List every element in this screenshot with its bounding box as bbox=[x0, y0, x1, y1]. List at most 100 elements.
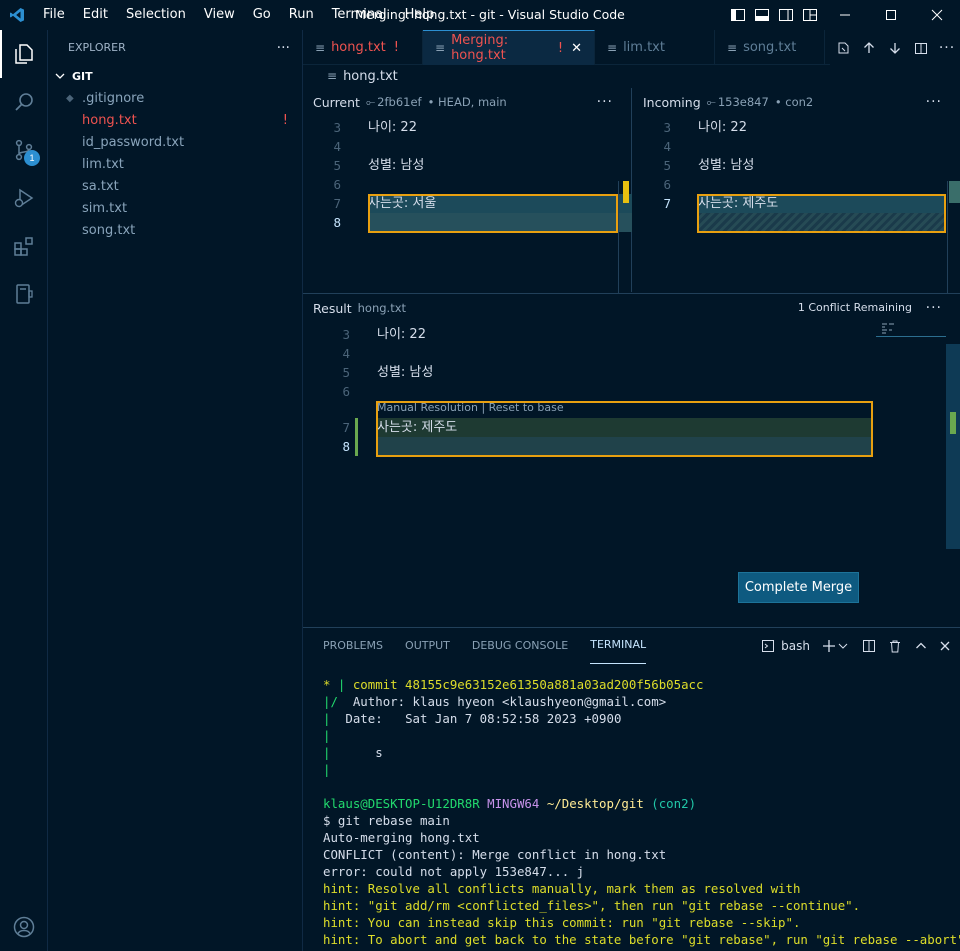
result-header: Result hong.txt 1 Conflict Remaining ··· bbox=[303, 294, 960, 322]
current-more-icon[interactable]: ··· bbox=[597, 94, 613, 110]
toggle-primary-sidebar-icon[interactable] bbox=[726, 0, 750, 30]
source-control-icon[interactable]: 1 bbox=[0, 126, 48, 174]
tab-output[interactable]: OUTPUT bbox=[405, 628, 450, 664]
incoming-conflict-box[interactable] bbox=[697, 194, 946, 233]
result-conflict-box[interactable] bbox=[376, 401, 873, 457]
tab-merging-hong[interactable]: ≡ Merging: hong.txt ! ✕ bbox=[423, 30, 595, 65]
terminal-line: hint: To abort and get back to the state… bbox=[323, 932, 960, 947]
customize-layout-icon[interactable] bbox=[798, 0, 822, 30]
result-line: 6 bbox=[342, 384, 350, 399]
account-icon[interactable] bbox=[0, 903, 48, 951]
terminal-line: hint: You can instead skip this commit: … bbox=[323, 915, 801, 930]
result-line: 5 성별: 남성 bbox=[342, 365, 434, 380]
tab-debug-console[interactable]: DEBUG CONSOLE bbox=[472, 628, 568, 664]
terminal-prompt: klaus@DESKTOP-U12DR8R MINGW64 ~/Desktop/… bbox=[323, 796, 697, 811]
minimap-preview bbox=[881, 322, 897, 336]
arrow-down-icon[interactable] bbox=[882, 30, 908, 65]
minimap-slider-line bbox=[876, 336, 946, 337]
current-refs: • HEAD, main bbox=[427, 95, 507, 109]
more-actions-icon[interactable]: ··· bbox=[934, 30, 960, 65]
bottom-panel: PROBLEMS OUTPUT DEBUG CONSOLE TERMINAL b… bbox=[303, 627, 960, 951]
terminal-line: | bbox=[323, 728, 331, 743]
current-line: 4 bbox=[333, 139, 341, 154]
menu-go[interactable]: Go bbox=[244, 0, 280, 30]
file-song[interactable]: song.txt bbox=[48, 219, 302, 241]
incoming-more-icon[interactable]: ··· bbox=[926, 94, 942, 110]
file-gitignore[interactable]: ◆ .gitignore bbox=[48, 87, 302, 109]
activity-bar: 1 bbox=[0, 30, 48, 951]
extensions-icon[interactable] bbox=[0, 222, 48, 270]
conflict-flag: ! bbox=[282, 112, 288, 128]
complete-merge-button[interactable]: Complete Merge bbox=[738, 572, 859, 603]
folder-git[interactable]: GIT bbox=[48, 65, 302, 87]
run-debug-icon[interactable] bbox=[0, 174, 48, 222]
split-terminal-icon[interactable] bbox=[862, 639, 876, 653]
result-label: Result bbox=[313, 300, 352, 316]
new-terminal-icon[interactable] bbox=[822, 639, 848, 653]
vscode-logo-icon bbox=[0, 0, 34, 30]
minimize-icon[interactable] bbox=[822, 0, 868, 30]
commit-icon: ⟜ bbox=[706, 94, 716, 109]
gitignore-file-icon: ◆ bbox=[66, 92, 74, 104]
file-lines-icon: ≡ bbox=[435, 41, 446, 55]
file-hong[interactable]: hong.txt ! bbox=[48, 109, 302, 131]
menu-terminal[interactable]: Terminal bbox=[323, 0, 396, 30]
terminal-line: * | commit 48155c9e63152e61350a881a03ad2… bbox=[323, 677, 704, 692]
terminal-shell-selector[interactable]: bash bbox=[761, 639, 810, 653]
sidebar-title: EXPLORER bbox=[68, 41, 126, 54]
tab-terminal[interactable]: TERMINAL bbox=[590, 628, 647, 664]
result-line: 3 나이: 22 bbox=[342, 327, 426, 342]
explorer-icon[interactable] bbox=[0, 30, 48, 78]
open-file-icon[interactable] bbox=[830, 30, 856, 65]
trash-icon[interactable] bbox=[888, 639, 902, 653]
maximize-panel-icon[interactable] bbox=[914, 639, 928, 653]
close-tab-icon[interactable]: ✕ bbox=[571, 41, 582, 56]
file-id-password[interactable]: id_password.txt bbox=[48, 131, 302, 153]
split-editor-icon[interactable] bbox=[908, 30, 934, 65]
conflicts-remaining[interactable]: 1 Conflict Remaining bbox=[798, 301, 912, 314]
file-sa[interactable]: sa.txt bbox=[48, 175, 302, 197]
editor-tabs: ≡ hong.txt ! ≡ Merging: hong.txt ! ✕ ≡ l… bbox=[303, 30, 960, 65]
tab-lim[interactable]: ≡ lim.txt bbox=[595, 30, 715, 65]
breadcrumb: ≡ hong.txt bbox=[303, 65, 960, 87]
tab-problems[interactable]: PROBLEMS bbox=[323, 628, 383, 664]
current-line: 5 성별: 남성 bbox=[333, 158, 425, 173]
close-panel-icon[interactable] bbox=[938, 639, 952, 653]
arrow-up-icon[interactable] bbox=[856, 30, 882, 65]
result-more-icon[interactable]: ··· bbox=[926, 300, 942, 316]
tab-song[interactable]: ≡ song.txt bbox=[715, 30, 825, 65]
menu-selection[interactable]: Selection bbox=[117, 0, 195, 30]
terminal-output[interactable]: * | commit 48155c9e63152e61350a881a03ad2… bbox=[323, 676, 960, 948]
remote-explorer-icon[interactable] bbox=[0, 270, 48, 318]
search-icon[interactable] bbox=[0, 78, 48, 126]
file-lim[interactable]: lim.txt bbox=[48, 153, 302, 175]
toggle-secondary-sidebar-icon[interactable] bbox=[774, 0, 798, 30]
incoming-line: 6 bbox=[663, 177, 671, 192]
toggle-panel-icon[interactable] bbox=[750, 0, 774, 30]
maximize-icon[interactable] bbox=[868, 0, 914, 30]
sidebar-more-button[interactable]: ··· bbox=[277, 40, 290, 56]
menu-run[interactable]: Run bbox=[280, 0, 323, 30]
menu-view[interactable]: View bbox=[195, 0, 244, 30]
commit-icon: ⟜ bbox=[365, 94, 376, 109]
breadcrumb-file[interactable]: hong.txt bbox=[343, 69, 398, 84]
panel-actions: bash bbox=[751, 628, 952, 664]
incoming-line: 5 성별: 남성 bbox=[663, 158, 755, 173]
terminal-line: Auto-merging hong.txt bbox=[323, 830, 480, 845]
incoming-line: 3 나이: 22 bbox=[663, 120, 747, 135]
result-scrollbar[interactable] bbox=[946, 344, 960, 549]
current-conflict-box[interactable] bbox=[368, 194, 618, 233]
menu-edit[interactable]: Edit bbox=[74, 0, 117, 30]
terminal-line: hint: Resolve all conflicts manually, ma… bbox=[323, 881, 801, 896]
terminal-line: $ git rebase main bbox=[323, 813, 450, 828]
menu-file[interactable]: File bbox=[34, 0, 74, 30]
terminal-line: CONFLICT (content): Merge conflict in ho… bbox=[323, 847, 667, 862]
menu-help[interactable]: Help bbox=[396, 0, 444, 30]
explorer-sidebar: EXPLORER ··· GIT ◆ .gitignore hong.txt !… bbox=[48, 30, 303, 951]
shell-label: bash bbox=[781, 639, 810, 653]
close-window-icon[interactable] bbox=[914, 0, 960, 30]
tab-hong[interactable]: ≡ hong.txt ! bbox=[303, 30, 423, 65]
file-sim[interactable]: sim.txt bbox=[48, 197, 302, 219]
current-line: 3 나이: 22 bbox=[333, 120, 417, 135]
current-commit: 2fb61ef bbox=[377, 95, 422, 109]
